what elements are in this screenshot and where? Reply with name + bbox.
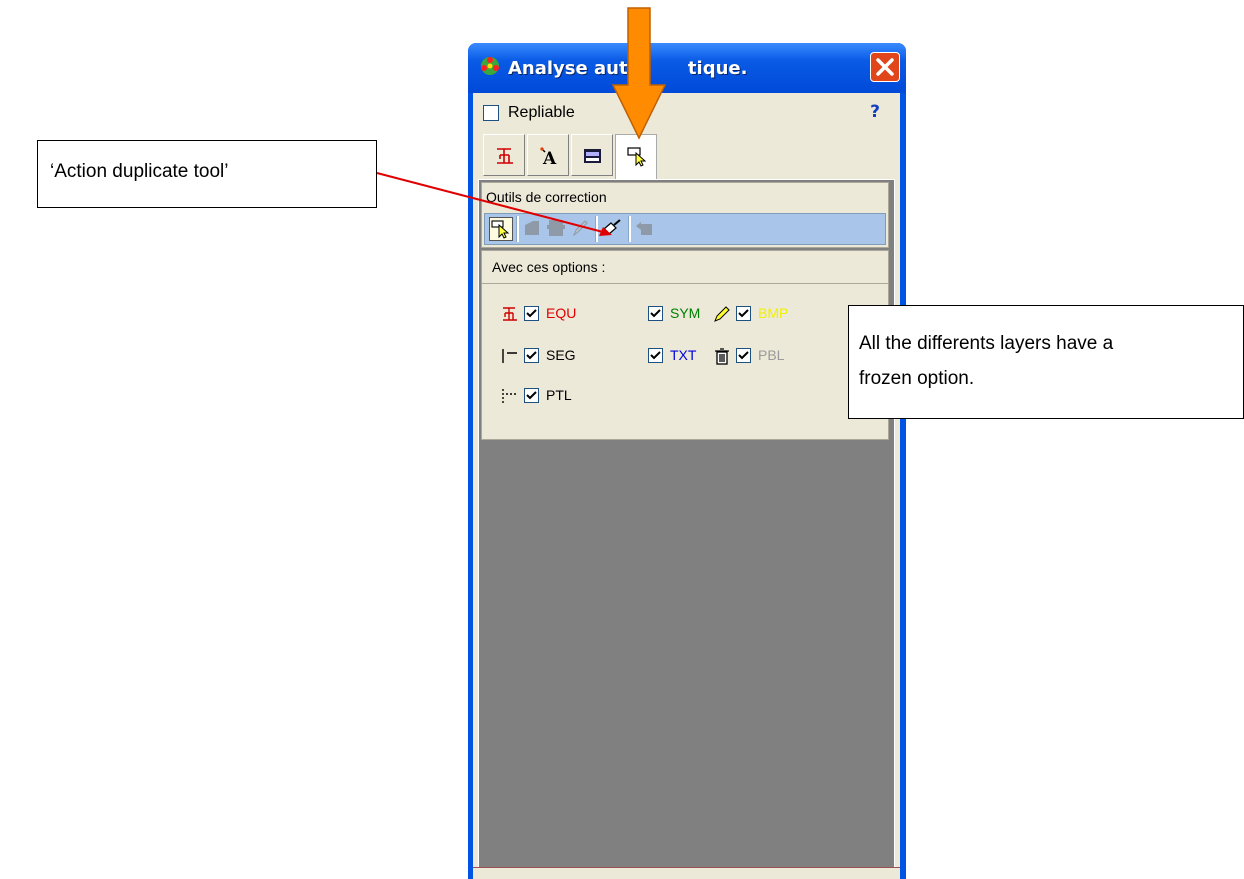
layer-checkbox-pbl[interactable] xyxy=(736,348,751,363)
layer-label-pbl: PBL xyxy=(758,347,785,363)
action-duplicate-tool-button[interactable] xyxy=(601,217,625,241)
pencil-icon xyxy=(714,306,730,322)
annotation-text: All the differents layers have a xyxy=(859,333,1114,354)
status-bar xyxy=(473,867,900,879)
toolbar-separator xyxy=(628,216,631,242)
dotted-line-icon xyxy=(502,389,517,403)
layer-label-txt: TXT xyxy=(670,347,697,363)
checkmark-icon xyxy=(738,309,749,318)
layer-up-button[interactable] xyxy=(521,217,545,241)
repliable-label: Repliable xyxy=(508,104,575,121)
annotation-callout-frozen-layers: All the differents layers have a frozen … xyxy=(848,305,1244,419)
layer-checkbox-txt[interactable] xyxy=(648,348,663,363)
layer-label-sym: SYM xyxy=(670,305,701,321)
checkmark-icon xyxy=(526,351,537,360)
correction-tools-group: Outils de correction xyxy=(481,182,889,248)
close-button[interactable] xyxy=(870,52,900,82)
layer-block-icon xyxy=(547,220,565,236)
layer-checkbox-bmp[interactable] xyxy=(736,306,751,321)
checkmark-icon xyxy=(526,309,537,318)
annotation-text: ‘Action duplicate tool’ xyxy=(50,161,229,182)
pencil-tool-button[interactable] xyxy=(569,217,593,241)
correction-tools-title: Outils de correction xyxy=(486,189,607,205)
app-logo-icon xyxy=(481,57,499,75)
equation-icon xyxy=(497,148,513,164)
move-layer-button[interactable] xyxy=(633,217,657,241)
checkmark-icon xyxy=(650,351,661,360)
annotation-arrow-orange xyxy=(611,7,667,140)
layer-checkbox-sym[interactable] xyxy=(648,306,663,321)
pencil-icon xyxy=(572,220,588,237)
annotation-callout-duplicate-tool: ‘Action duplicate tool’ xyxy=(37,140,377,208)
correction-tools-panel: Outils de correction Avec ces options: … xyxy=(478,179,895,874)
layer-label-equ: EQU xyxy=(546,305,577,321)
checkmark-icon xyxy=(526,391,537,400)
options-title: Avec ces options : xyxy=(492,259,606,275)
annotation-text: frozen option. xyxy=(859,368,975,389)
checkmark-icon xyxy=(650,309,661,318)
layer-block-button[interactable] xyxy=(545,217,569,241)
help-icon[interactable]: ? xyxy=(870,102,880,122)
image-icon xyxy=(584,149,601,163)
text-icon: A xyxy=(540,147,557,167)
select-tool-button[interactable] xyxy=(489,217,513,241)
layer-checkbox-ptl[interactable] xyxy=(524,388,539,403)
correction-toolbar xyxy=(484,213,886,245)
toolbar-separator xyxy=(595,216,598,242)
options-header: Avec ces options : xyxy=(482,251,888,284)
repliable-checkbox[interactable] xyxy=(483,105,499,121)
equation-icon xyxy=(503,307,517,321)
move-layer-icon xyxy=(636,222,652,235)
tab-text[interactable]: A xyxy=(527,134,569,176)
window-client-area: Repliable ? A Outils de correction Avec … xyxy=(473,93,900,879)
toolbar-separator xyxy=(516,216,519,242)
repliable-row: Repliable ? xyxy=(473,93,900,133)
layer-checkbox-equ[interactable] xyxy=(524,306,539,321)
segment-icon xyxy=(502,349,517,363)
close-icon xyxy=(876,58,894,76)
cursor-select-icon xyxy=(491,220,510,239)
layer-label-seg: SEG xyxy=(546,347,576,363)
checkmark-icon xyxy=(738,351,749,360)
layer-label-bmp: BMP xyxy=(758,305,789,321)
layer-label-ptl: PTL xyxy=(546,387,572,403)
layer-options-group: Avec ces options : EQU SYM BMP SEG TXT P… xyxy=(481,250,889,440)
layer-up-icon xyxy=(525,221,539,235)
trash-icon xyxy=(715,348,729,365)
cursor-select-icon xyxy=(627,147,647,167)
brush-duplicate-icon xyxy=(603,219,621,235)
tab-equations[interactable] xyxy=(483,134,525,176)
tab-image[interactable] xyxy=(571,134,613,176)
layer-checkbox-seg[interactable] xyxy=(524,348,539,363)
title-bar[interactable]: Analyse auto tique. xyxy=(468,43,906,93)
analyse-window: Analyse auto tique. Repliable ? A Outils… xyxy=(468,43,906,879)
